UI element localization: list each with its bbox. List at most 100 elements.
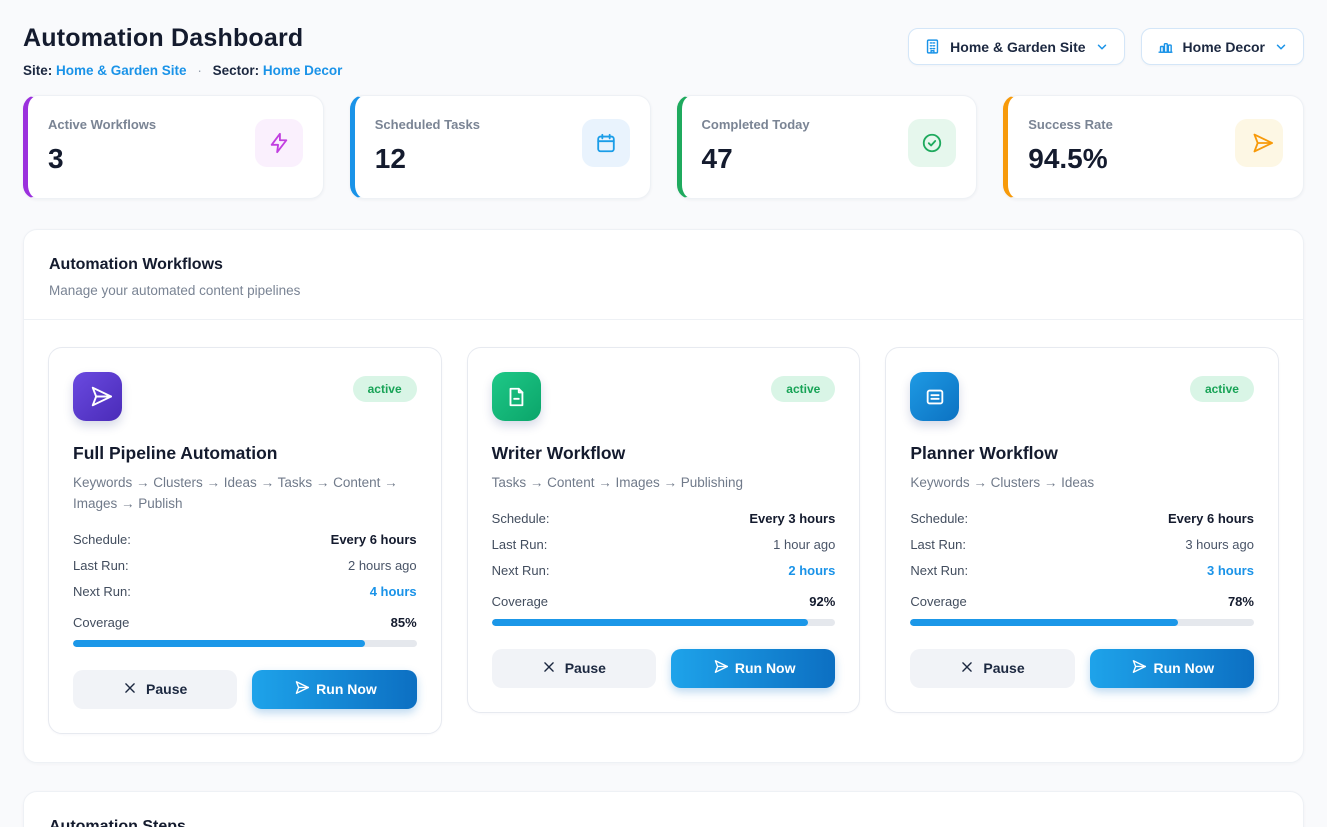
stat-label: Scheduled Tasks [375, 117, 480, 132]
workflow-details: Schedule: Every 6 hours Last Run: 2 hour… [73, 532, 417, 599]
last-run-row: Last Run: 2 hours ago [73, 558, 417, 573]
stat-value: 3 [48, 143, 156, 175]
send-icon [73, 372, 122, 421]
document-icon [492, 372, 541, 421]
workflow-actions: Pause Run Now [492, 649, 836, 688]
steps-panel-header: Automation Steps Configure which steps a… [24, 792, 1303, 827]
chevron-down-icon [1095, 40, 1109, 54]
run-now-button-label: Run Now [1153, 660, 1214, 676]
last-run-label: Last Run: [73, 558, 129, 573]
stat-label: Completed Today [702, 117, 810, 132]
calendar-icon [582, 119, 630, 167]
next-run-value: 4 hours [370, 584, 417, 599]
coverage-value: 78% [1228, 594, 1254, 609]
workflows-section-subtitle: Manage your automated content pipelines [49, 283, 1278, 298]
last-run-value: 2 hours ago [348, 558, 417, 573]
stat-card-completed-today: Completed Today 47 [677, 95, 978, 199]
workflow-card-top: active [73, 372, 417, 421]
site-dropdown-label: Home & Garden Site [950, 39, 1085, 55]
pause-button-label: Pause [983, 660, 1024, 676]
run-now-button[interactable]: Run Now [1090, 649, 1254, 688]
site-dropdown[interactable]: Home & Garden Site [908, 28, 1124, 65]
sector-dropdown[interactable]: Home Decor [1141, 28, 1304, 65]
workflow-card-full-pipeline: active Full Pipeline Automation Keywords… [48, 347, 442, 734]
steps-section-title: Automation Steps [49, 818, 1278, 827]
close-icon [960, 660, 974, 677]
coverage-label: Coverage [910, 594, 966, 609]
breadcrumb-separator: · [197, 63, 202, 78]
stat-text: Success Rate 94.5% [1028, 117, 1113, 175]
next-run-label: Next Run: [73, 584, 131, 599]
stats-row: Active Workflows 3 Scheduled Tasks 12 Co… [23, 95, 1304, 199]
site-link[interactable]: Home & Garden Site [56, 63, 187, 78]
workflow-pipeline: Keywords → Clusters → Ideas [910, 473, 1254, 494]
bar-chart-icon [1157, 38, 1174, 55]
last-run-label: Last Run: [910, 537, 966, 552]
workflow-card-writer: active Writer Workflow Tasks → Content →… [467, 347, 861, 713]
last-run-row: Last Run: 3 hours ago [910, 537, 1254, 552]
last-run-label: Last Run: [492, 537, 548, 552]
run-now-button-label: Run Now [316, 681, 377, 697]
coverage-label: Coverage [492, 594, 548, 609]
pause-button[interactable]: Pause [910, 649, 1074, 688]
stat-label: Active Workflows [48, 117, 156, 132]
run-now-button[interactable]: Run Now [252, 670, 416, 709]
stat-value: 47 [702, 143, 810, 175]
page-title: Automation Dashboard [23, 24, 342, 53]
pause-button[interactable]: Pause [73, 670, 237, 709]
coverage-row: Coverage 92% [492, 594, 836, 609]
workflow-pipeline: Keywords → Clusters → Ideas → Tasks → Co… [73, 473, 417, 515]
coverage-value: 92% [809, 594, 835, 609]
workflow-card-planner: active Planner Workflow Keywords → Clust… [885, 347, 1279, 713]
stat-label: Success Rate [1028, 117, 1113, 132]
status-badge: active [353, 376, 417, 402]
coverage-progress-track [910, 619, 1254, 626]
schedule-label: Schedule: [492, 511, 550, 526]
stat-text: Completed Today 47 [702, 117, 810, 175]
chevron-down-icon [1274, 40, 1288, 54]
schedule-label: Schedule: [73, 532, 131, 547]
run-now-button[interactable]: Run Now [671, 649, 835, 688]
automation-steps-panel: Automation Steps Configure which steps a… [23, 791, 1304, 827]
workflow-actions: Pause Run Now [73, 670, 417, 709]
workflow-card-top: active [910, 372, 1254, 421]
close-icon [542, 660, 556, 677]
sector-link[interactable]: Home Decor [263, 63, 343, 78]
last-run-value: 3 hours ago [1185, 537, 1254, 552]
workflow-card-grid: active Full Pipeline Automation Keywords… [24, 320, 1303, 762]
workflow-card-top: active [492, 372, 836, 421]
coverage-progress-fill [910, 619, 1178, 626]
next-run-label: Next Run: [910, 563, 968, 578]
coverage-value: 85% [391, 615, 417, 630]
automation-dashboard-page: Automation Dashboard Site: Home & Garden… [0, 0, 1327, 827]
lightning-icon [255, 119, 303, 167]
schedule-value: Every 6 hours [1168, 511, 1254, 526]
workflows-panel-header: Automation Workflows Manage your automat… [24, 230, 1303, 319]
header-dropdowns: Home & Garden Site Home Decor [908, 28, 1304, 65]
header-titles: Automation Dashboard Site: Home & Garden… [23, 24, 342, 78]
stat-value: 12 [375, 143, 480, 175]
schedule-label: Schedule: [910, 511, 968, 526]
schedule-row: Schedule: Every 6 hours [910, 511, 1254, 526]
run-now-button-label: Run Now [735, 660, 796, 676]
stat-value: 94.5% [1028, 143, 1113, 175]
coverage-progress-fill [492, 619, 808, 626]
pause-button[interactable]: Pause [492, 649, 656, 688]
stat-card-scheduled-tasks: Scheduled Tasks 12 [350, 95, 651, 199]
schedule-value: Every 3 hours [749, 511, 835, 526]
workflow-title: Full Pipeline Automation [73, 443, 417, 464]
breadcrumb: Site: Home & Garden Site · Sector: Home … [23, 63, 342, 78]
next-run-row: Next Run: 4 hours [73, 584, 417, 599]
workflow-actions: Pause Run Now [910, 649, 1254, 688]
schedule-row: Schedule: Every 3 hours [492, 511, 836, 526]
coverage-progress-fill [73, 640, 365, 647]
sector-label: Sector: [213, 63, 260, 78]
note-icon [910, 372, 959, 421]
coverage-progress-track [492, 619, 836, 626]
workflows-section-title: Automation Workflows [49, 256, 1278, 274]
schedule-value: Every 6 hours [331, 532, 417, 547]
next-run-row: Next Run: 3 hours [910, 563, 1254, 578]
workflow-pipeline: Tasks → Content → Images → Publishing [492, 473, 836, 494]
send-icon [1129, 659, 1144, 677]
building-icon [924, 38, 941, 55]
